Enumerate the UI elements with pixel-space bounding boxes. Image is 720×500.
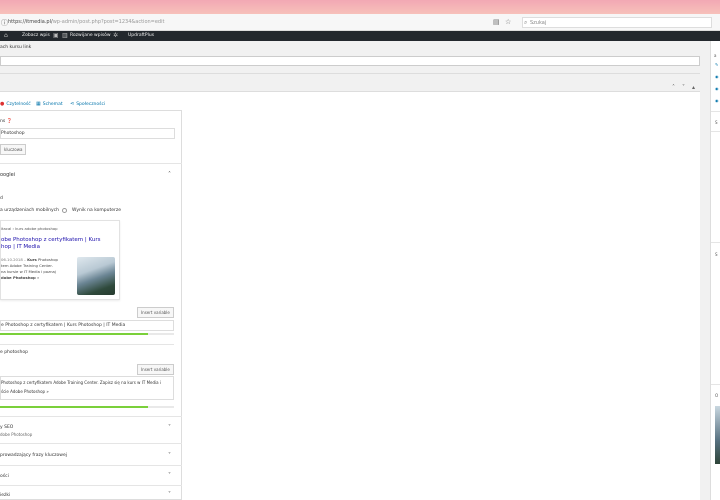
sidebar-box-title: O <box>715 393 719 398</box>
divider <box>0 73 700 74</box>
mobile-preview-option[interactable]: a urządzeniach mobilnych <box>0 208 59 213</box>
insert-variable-button[interactable]: Insert variable <box>137 307 174 318</box>
search-icon: ⌕ <box>524 19 528 26</box>
meta-description-progress <box>0 406 148 408</box>
wp-admin-bar: ⌂ Zobacz wpis ▣ ▥ Rozwijane wpisów ✲ Upd… <box>0 31 720 41</box>
related-keyphrase-section-title[interactable]: prowadzający frazy kluczowej <box>0 453 67 458</box>
divider <box>0 443 182 444</box>
meta-description-input[interactable]: Photoshop z certyfikatem Adobe Training … <box>0 376 174 400</box>
social-icon: ⋖ <box>70 101 75 107</box>
bookmark-star-icon[interactable]: ☆ <box>505 18 511 26</box>
chevron-down-icon[interactable]: ˅ <box>168 424 171 431</box>
permalink-input[interactable] <box>0 56 700 66</box>
chevron-down-icon[interactable]: ˅ <box>682 84 685 91</box>
preview-label: d <box>0 196 3 201</box>
divider <box>0 485 182 486</box>
cornerstone-section-title[interactable]: y SEO <box>0 425 13 430</box>
sidebar-box-title: S <box>715 252 718 257</box>
updraft-icon[interactable]: ✲ <box>113 32 118 39</box>
url-text[interactable]: https://itmedia.pl/wp-admin/post.php?pos… <box>8 19 164 25</box>
desktop-preview-option[interactable]: Wynik na komputerze <box>72 208 121 213</box>
sidebar-link-icon[interactable]: ◉ <box>715 98 719 103</box>
divider <box>711 242 720 243</box>
featured-image-thumbnail[interactable] <box>715 406 720 464</box>
readability-icon: ● <box>0 101 5 107</box>
updraftplus-link[interactable]: UpdraftPlus <box>128 33 154 38</box>
divider <box>0 465 182 466</box>
chevron-down-icon[interactable]: ˅ <box>168 472 171 479</box>
chevron-down-icon[interactable]: ˅ <box>168 491 171 498</box>
divider <box>0 416 182 417</box>
insert-variable-button-meta[interactable]: Insert variable <box>137 364 174 375</box>
reader-icon[interactable]: ▤ <box>493 18 500 26</box>
tab-schema[interactable]: ▦ Schemat <box>36 101 63 107</box>
desktop-radio[interactable] <box>62 208 67 213</box>
toggle-panel-icon[interactable]: ▴ <box>692 84 695 91</box>
related-keyphrase-button[interactable]: kluczowa <box>0 144 27 155</box>
snippet-thumbnail <box>77 257 115 295</box>
divider <box>711 111 720 112</box>
tab-readability[interactable]: ● Czytelność <box>0 101 31 107</box>
meta-description-label: e photoshop <box>0 350 28 355</box>
search-placeholder: Szukaj <box>530 20 547 26</box>
snippet-url: itacal › kurs adobe photoshop <box>1 226 58 231</box>
chevron-down-icon[interactable]: ˅ <box>168 452 171 459</box>
browser-url-bar[interactable]: ⓘ https://itmedia.pl/wp-admin/post.php?p… <box>0 14 720 31</box>
permalink-title: ach kursu link <box>0 45 32 50</box>
focus-keyphrase-input[interactable]: Photoshop <box>0 128 175 139</box>
chevron-up-icon[interactable]: ˄ <box>168 171 171 178</box>
stats-icon[interactable]: ▥ <box>62 32 68 39</box>
snippet-section-title[interactable]: ooglei <box>0 172 15 178</box>
snippet-title: obe Photoshop z certyfikatem | Kurs hop … <box>1 237 101 250</box>
cornerstone-section-subtitle: dobe Photoshop <box>0 432 33 437</box>
seo-title-input[interactable]: e Photoshop z certyfikatem | Kurs Photos… <box>0 320 174 331</box>
divider <box>711 384 720 385</box>
chevron-up-icon[interactable]: ˄ <box>672 84 675 91</box>
seo-title-progress <box>0 333 148 335</box>
divider <box>0 344 174 345</box>
view-post-link[interactable]: Zobacz wpis <box>22 33 50 38</box>
sidebar-link-icon[interactable]: ◉ <box>715 74 719 79</box>
sidebar-box-title: S <box>715 120 718 125</box>
sidebar-mark: a <box>714 53 717 58</box>
google-snippet-preview: itacal › kurs adobe photoshop obe Photos… <box>0 220 120 300</box>
sidebar-link-icon[interactable]: ✎ <box>715 62 718 67</box>
tab-social[interactable]: ⋖ Społeczności <box>70 101 105 107</box>
help-icon[interactable]: ❓ <box>7 119 13 124</box>
snippet-description: 06.10.2018 – Kurs Photoshop tem Adobe Tr… <box>1 257 58 280</box>
browser-search-field[interactable]: ⌕ Szukaj <box>522 17 712 28</box>
draft-posts-link[interactable]: Rozwijane wpisów <box>70 33 111 38</box>
divider <box>711 131 720 132</box>
breadcrumbs-section-title[interactable]: ieżki <box>0 493 10 498</box>
home-icon[interactable]: ⌂ <box>4 32 8 39</box>
info-icon: ⓘ <box>1 19 8 27</box>
schema-icon: ▦ <box>36 101 41 107</box>
browser-tab-strip <box>0 0 720 14</box>
comments-icon[interactable]: ▣ <box>53 32 59 39</box>
advanced-section-title[interactable]: ości <box>0 474 9 479</box>
sidebar-link-icon[interactable]: ◉ <box>715 86 719 91</box>
yoast-seo-panel: ns ❓ Photoshop kluczowa ooglei ˄ d a urz… <box>0 110 182 500</box>
divider <box>0 163 182 164</box>
focus-keyphrase-label: ns ❓ <box>0 119 13 124</box>
